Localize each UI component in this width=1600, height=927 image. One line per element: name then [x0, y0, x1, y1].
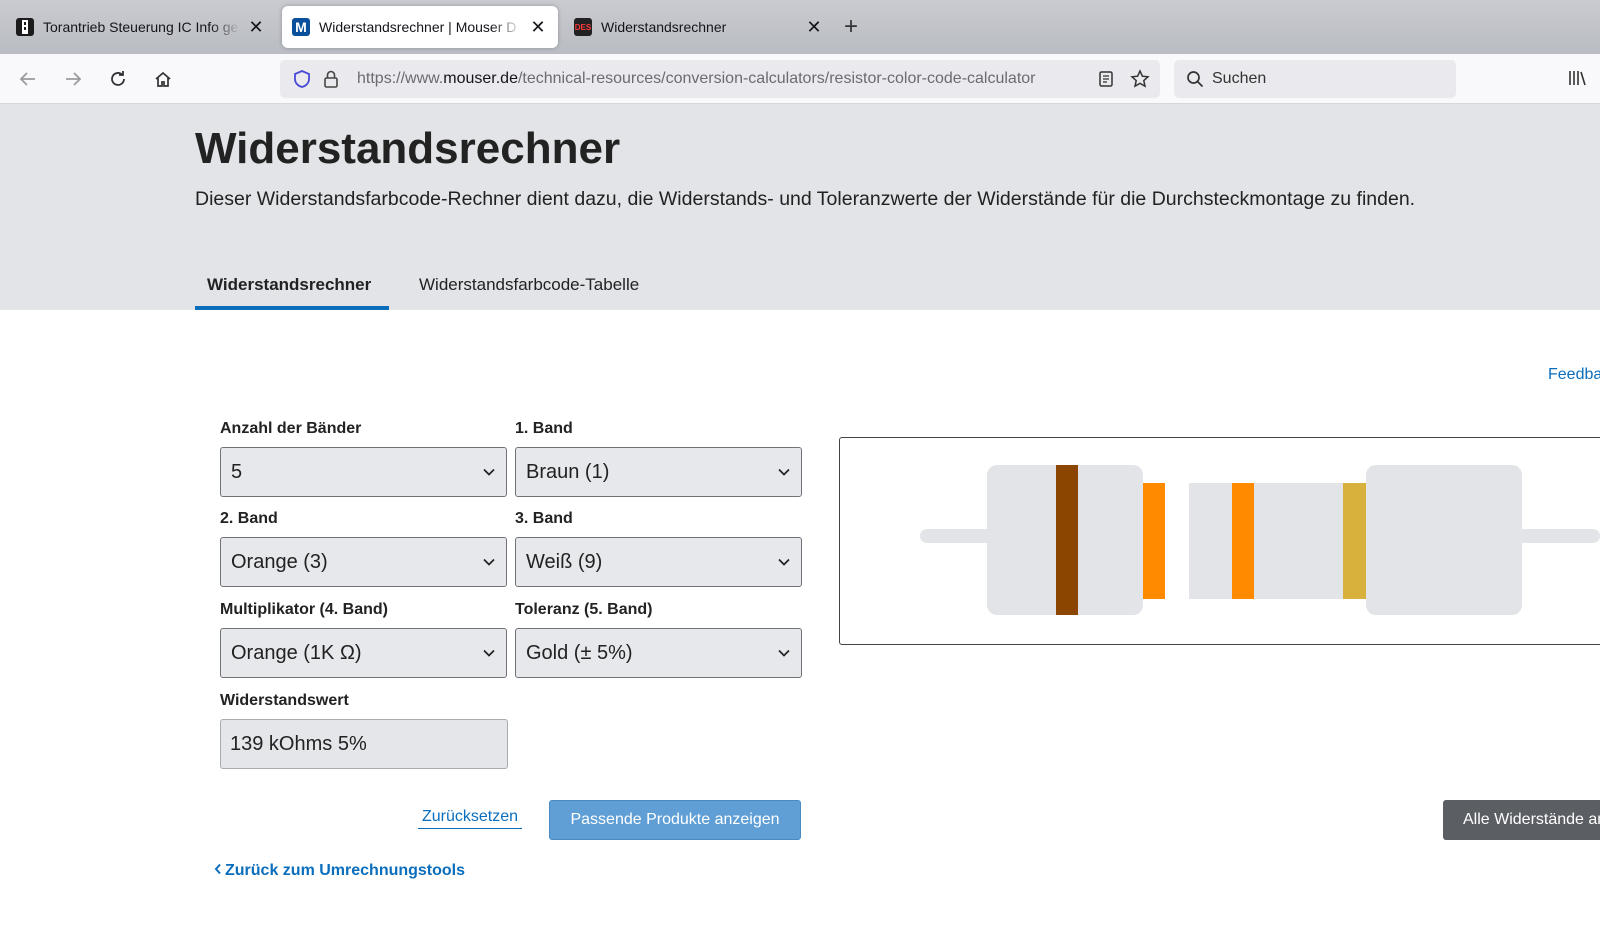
reload-icon[interactable]	[105, 66, 131, 92]
library-icon[interactable]	[1567, 68, 1587, 93]
close-tab-icon[interactable]: ✕	[246, 17, 266, 38]
chevron-down-icon	[483, 468, 495, 476]
new-tab-icon[interactable]: +	[838, 14, 864, 40]
browser-tab-title: Widerstandsrechner	[601, 19, 727, 35]
all-resistors-button[interactable]: Alle Widerstände anzeigen	[1443, 800, 1600, 840]
band-count-select[interactable]: 5	[220, 447, 507, 497]
tab-widerstandsrechner[interactable]: Widerstandsrechner	[195, 264, 389, 310]
bookmark-star-icon[interactable]	[1130, 69, 1150, 94]
home-icon[interactable]	[150, 66, 176, 92]
multiplier-label: Multiplikator (4. Band)	[220, 601, 388, 618]
reset-link[interactable]: Zurücksetzen	[418, 808, 523, 829]
browser-nav-bar: https://www.mouser.de/technical-resource…	[0, 54, 1600, 104]
tab-widerstandsfarbcode-tabelle[interactable]: Widerstandsfarbcode-Tabelle	[407, 264, 651, 310]
url-prefix: https://www.	[357, 70, 444, 87]
resistor-band-1	[1056, 465, 1078, 615]
lock-icon[interactable]	[322, 69, 340, 94]
resistor-band-2	[1143, 483, 1165, 599]
resistor-cap-right	[1366, 465, 1522, 615]
close-tab-icon[interactable]: ✕	[528, 17, 548, 38]
resistance-value-field: 139 kOhms 5%	[220, 719, 508, 769]
band-count-value: 5	[231, 460, 243, 483]
resistor-gap	[1165, 483, 1189, 599]
page-description: Dieser Widerstandsfarbcode-Rechner dient…	[195, 188, 1416, 210]
chevron-down-icon	[483, 558, 495, 566]
resistance-value: 139 kOhms 5%	[230, 732, 367, 755]
url-path: /technical-resources/conversion-calculat…	[517, 70, 1036, 87]
feedback-link[interactable]: Feedback	[1548, 366, 1600, 384]
band1-select[interactable]: Braun (1)	[515, 447, 802, 497]
mouser-favicon-icon: M	[292, 18, 310, 36]
reader-view-icon[interactable]	[1097, 70, 1115, 93]
chevron-down-icon	[778, 649, 790, 657]
show-matching-products-button[interactable]: Passende Produkte anzeigen	[549, 800, 801, 840]
band2-value: Orange (3)	[231, 550, 328, 573]
band2-select[interactable]: Orange (3)	[220, 537, 507, 587]
browser-tab-strip: Torantrieb Steuerung IC Info ge ✕ M Wide…	[0, 0, 1600, 54]
search-icon	[1186, 70, 1204, 93]
band2-label: 2. Band	[220, 510, 278, 527]
back-to-tools-link[interactable]: Zurück zum Umrechnungstools	[214, 862, 465, 880]
chevron-down-icon	[778, 558, 790, 566]
back-arrow-icon[interactable]	[15, 66, 41, 92]
tracking-shield-icon[interactable]	[292, 69, 312, 94]
resistor-band-multiplier	[1232, 483, 1254, 599]
browser-tab-1[interactable]: Torantrieb Steuerung IC Info ge ✕	[6, 6, 276, 48]
search-bar[interactable]: Suchen	[1174, 60, 1456, 98]
tab-favicon-1-icon	[16, 18, 34, 36]
browser-tab-2[interactable]: M Widerstandsrechner | Mouser D ✕	[282, 6, 558, 48]
url-text[interactable]: https://www.mouser.de/technical-resource…	[357, 70, 1087, 88]
multiplier-value: Orange (1K Ω)	[231, 641, 362, 664]
browser-tab-3[interactable]: DES Widerstandsrechner ✕	[564, 6, 834, 48]
band3-select[interactable]: Weiß (9)	[515, 537, 802, 587]
tolerance-label: Toleranz (5. Band)	[515, 601, 653, 618]
band1-value: Braun (1)	[526, 460, 610, 483]
url-domain: mouser.de	[443, 70, 518, 87]
result-label: Widerstandswert	[220, 692, 349, 709]
band-count-label: Anzahl der Bänder	[220, 420, 362, 437]
close-tab-icon[interactable]: ✕	[804, 17, 824, 38]
search-input[interactable]: Suchen	[1212, 70, 1266, 88]
tab-favicon-3-icon: DES	[574, 18, 592, 36]
resistor-preview-panel	[839, 437, 1600, 645]
tolerance-value: Gold (± 5%)	[526, 641, 633, 664]
url-bar[interactable]: https://www.mouser.de/technical-resource…	[280, 60, 1160, 98]
forward-arrow-icon[interactable]	[60, 66, 86, 92]
page-header: Widerstandsrechner Dieser Widerstandsfar…	[0, 104, 1600, 310]
back-link-label: Zurück zum Umrechnungstools	[225, 862, 466, 879]
page-title: Widerstandsrechner	[195, 124, 621, 173]
band1-label: 1. Band	[515, 420, 573, 437]
resistor-illustration	[920, 465, 1600, 615]
browser-tab-title: Torantrieb Steuerung IC Info ge	[43, 19, 239, 35]
multiplier-select[interactable]: Orange (1K Ω)	[220, 628, 507, 678]
chevron-down-icon	[778, 468, 790, 476]
browser-tab-title: Widerstandsrechner | Mouser D	[319, 19, 517, 35]
band3-label: 3. Band	[515, 510, 573, 527]
chevron-left-icon	[214, 863, 221, 875]
resistor-band-tolerance	[1343, 483, 1366, 599]
tolerance-select[interactable]: Gold (± 5%)	[515, 628, 802, 678]
band3-value: Weiß (9)	[526, 550, 603, 573]
chevron-down-icon	[483, 649, 495, 657]
